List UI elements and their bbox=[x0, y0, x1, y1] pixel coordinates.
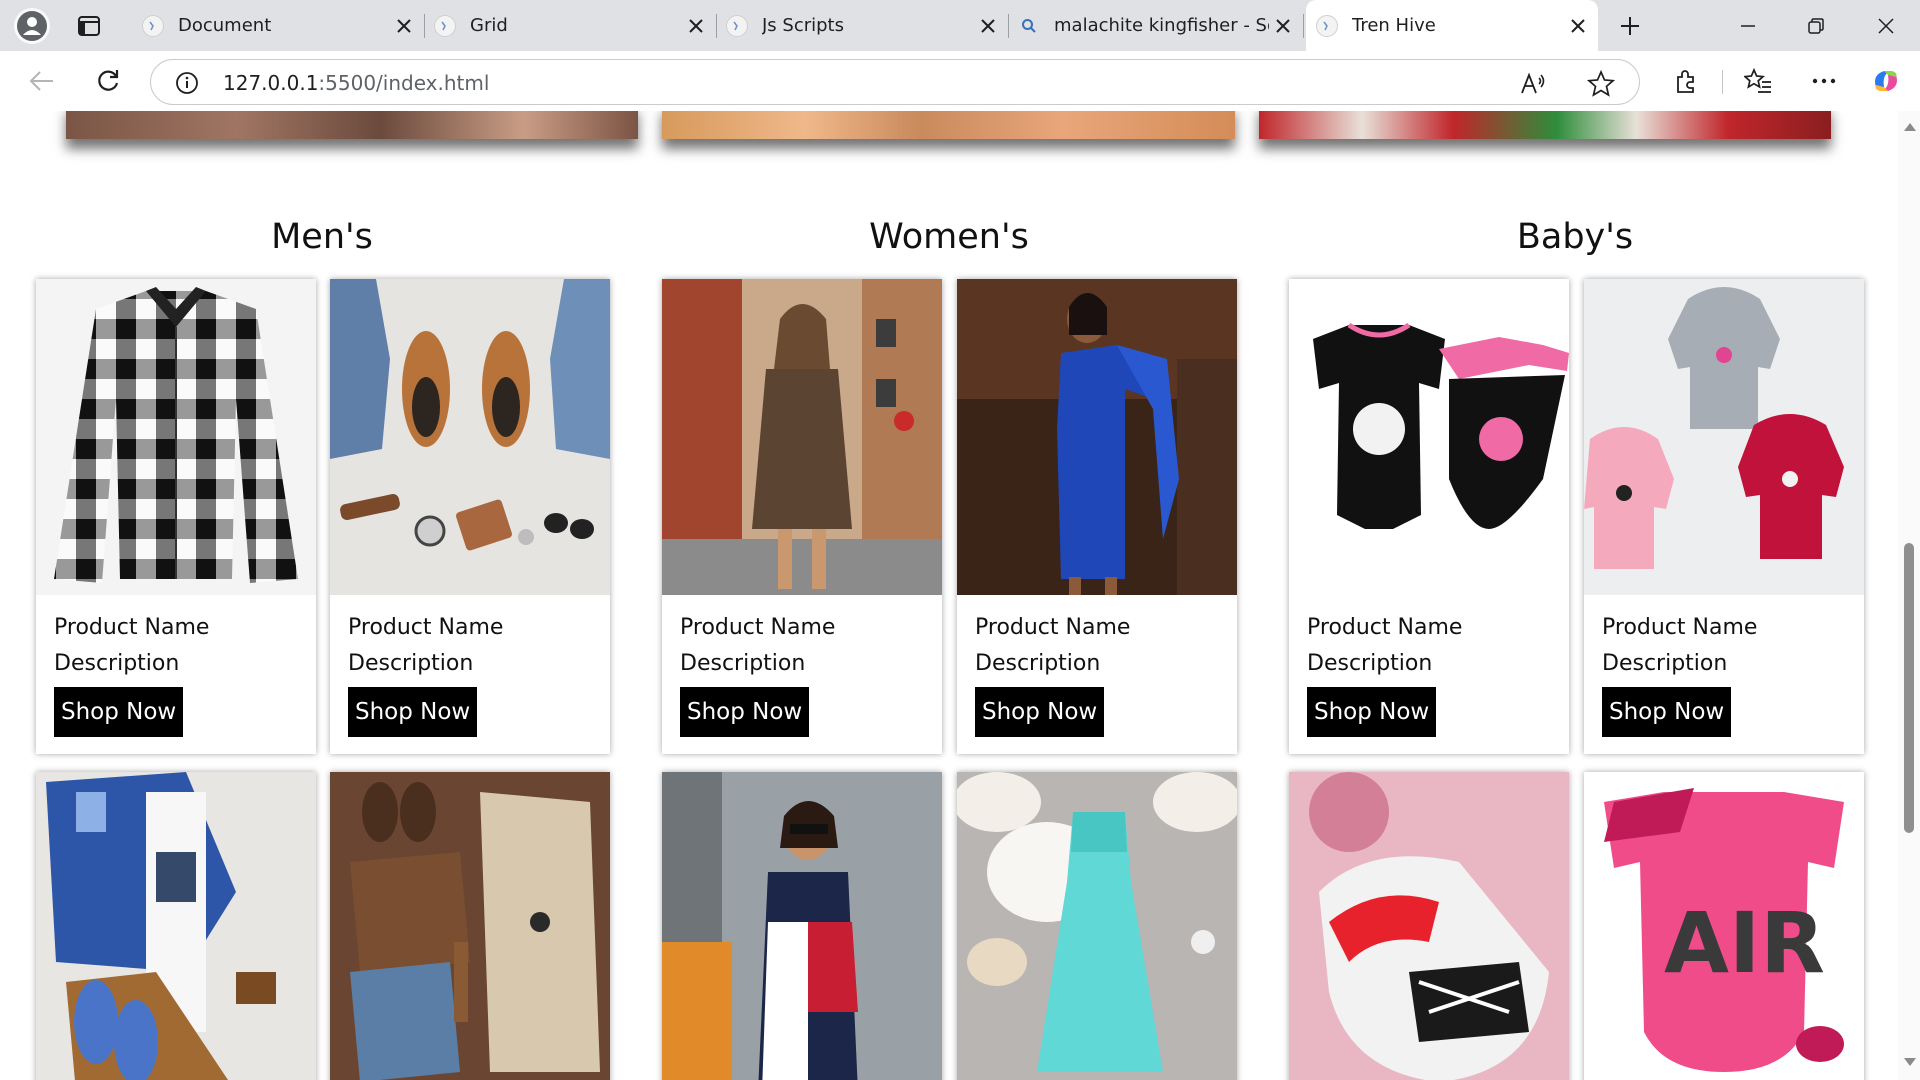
product-card[interactable] bbox=[957, 772, 1237, 1080]
product-card[interactable] bbox=[330, 772, 610, 1080]
product-description: Description bbox=[54, 651, 180, 676]
product-card[interactable]: Product Name Description Shop Now bbox=[36, 279, 316, 754]
tab-search[interactable]: malachite kingfisher - Search bbox=[1008, 0, 1304, 51]
tab-title: Grid bbox=[470, 15, 508, 36]
product-image[interactable] bbox=[1584, 279, 1864, 595]
tab-title: Document bbox=[178, 15, 272, 36]
new-tab-icon[interactable] bbox=[1614, 10, 1646, 42]
product-card[interactable]: AIR bbox=[1584, 772, 1864, 1080]
search-icon bbox=[1018, 15, 1040, 37]
read-aloud-icon[interactable] bbox=[1519, 70, 1547, 98]
product-image[interactable] bbox=[662, 279, 942, 595]
shop-now-button[interactable]: Shop Now bbox=[680, 687, 810, 737]
scroll-down-arrow-icon[interactable] bbox=[1904, 1058, 1916, 1066]
product-card[interactable] bbox=[662, 772, 942, 1080]
vertical-scrollbar[interactable] bbox=[1898, 111, 1920, 1080]
shop-now-button[interactable]: Shop Now bbox=[54, 687, 184, 737]
product-description: Description bbox=[348, 651, 474, 676]
product-image[interactable] bbox=[1289, 279, 1569, 595]
close-tab-icon[interactable] bbox=[974, 12, 1002, 40]
page-favicon-icon bbox=[434, 14, 456, 37]
shop-now-button[interactable]: Shop Now bbox=[1307, 687, 1437, 737]
refresh-icon[interactable] bbox=[90, 63, 126, 99]
close-tab-icon[interactable] bbox=[682, 12, 710, 40]
tab-title: Tren Hive bbox=[1352, 15, 1436, 36]
product-image[interactable] bbox=[662, 772, 942, 1080]
more-menu-icon[interactable] bbox=[1808, 65, 1840, 97]
tab-title: Js Scripts bbox=[762, 15, 844, 36]
page-favicon-icon bbox=[1316, 14, 1338, 37]
url-path: :5500/index.html bbox=[318, 71, 490, 95]
close-tab-icon[interactable] bbox=[1564, 12, 1592, 40]
category-title-mens: Men's bbox=[271, 217, 373, 257]
tab-js-scripts[interactable]: Js Scripts bbox=[716, 0, 1009, 51]
close-tab-icon[interactable] bbox=[390, 12, 418, 40]
tab-actions-icon[interactable] bbox=[74, 12, 104, 40]
product-name: Product Name bbox=[975, 615, 1131, 640]
toolbar-divider bbox=[1722, 70, 1723, 94]
tab-tren-hive[interactable]: Tren Hive bbox=[1306, 0, 1598, 51]
tab-strip: Document Grid Js Scripts malachite kingf… bbox=[0, 0, 1920, 51]
tab-title: malachite kingfisher - Search bbox=[1054, 15, 1269, 36]
product-description: Description bbox=[1602, 651, 1728, 676]
tab-document[interactable]: Document bbox=[132, 0, 425, 51]
close-window-icon[interactable] bbox=[1866, 8, 1906, 44]
tab-grid[interactable]: Grid bbox=[424, 0, 717, 51]
scrollbar-thumb[interactable] bbox=[1904, 543, 1914, 833]
restore-icon[interactable] bbox=[1796, 8, 1836, 44]
profile-avatar-icon[interactable] bbox=[14, 8, 50, 44]
product-name: Product Name bbox=[1602, 615, 1758, 640]
hero-image-women bbox=[662, 111, 1235, 139]
product-description: Description bbox=[680, 651, 806, 676]
hero-image-men bbox=[66, 111, 638, 139]
product-card[interactable]: Product Name Description Shop Now bbox=[1584, 279, 1864, 754]
close-tab-icon[interactable] bbox=[1269, 12, 1297, 40]
shop-now-button[interactable]: Shop Now bbox=[1602, 687, 1732, 737]
product-card[interactable]: Product Name Description Shop Now bbox=[1289, 279, 1569, 754]
minimize-icon[interactable] bbox=[1728, 8, 1768, 44]
category-title-womens: Women's bbox=[869, 217, 1029, 257]
page-viewport: Men's Women's Baby's Product Name Descri… bbox=[0, 111, 1898, 1080]
product-name: Product Name bbox=[54, 615, 210, 640]
favorites-icon[interactable] bbox=[1742, 65, 1774, 97]
scroll-up-arrow-icon[interactable] bbox=[1904, 123, 1916, 131]
product-image[interactable] bbox=[957, 772, 1237, 1080]
address-bar[interactable]: 127.0.0.1:5500/index.html bbox=[150, 59, 1640, 105]
shop-now-button[interactable]: Shop Now bbox=[975, 687, 1105, 737]
browser-toolbar: 127.0.0.1:5500/index.html bbox=[0, 51, 1920, 111]
product-image[interactable] bbox=[36, 772, 316, 1080]
hero-image-baby bbox=[1259, 111, 1831, 139]
product-card[interactable] bbox=[1289, 772, 1569, 1080]
product-image[interactable]: AIR bbox=[1584, 772, 1864, 1080]
product-card[interactable]: Product Name Description Shop Now bbox=[662, 279, 942, 754]
product-name: Product Name bbox=[348, 615, 504, 640]
page-favicon-icon bbox=[142, 14, 164, 37]
back-arrow-icon[interactable] bbox=[24, 63, 60, 99]
site-info-icon[interactable] bbox=[175, 71, 199, 95]
product-image[interactable] bbox=[330, 279, 610, 595]
product-description: Description bbox=[975, 651, 1101, 676]
product-card[interactable]: Product Name Description Shop Now bbox=[957, 279, 1237, 754]
copilot-icon[interactable] bbox=[1870, 65, 1902, 97]
product-image[interactable] bbox=[36, 279, 316, 595]
product-image[interactable] bbox=[957, 279, 1237, 595]
extensions-icon[interactable] bbox=[1670, 65, 1702, 97]
favorite-star-icon[interactable] bbox=[1586, 69, 1616, 98]
air-graphic: AIR bbox=[1664, 894, 1825, 992]
product-name: Product Name bbox=[680, 615, 836, 640]
page-favicon-icon bbox=[726, 14, 748, 37]
product-image[interactable] bbox=[330, 772, 610, 1080]
url-text[interactable]: 127.0.0.1:5500/index.html bbox=[223, 71, 489, 95]
product-image[interactable] bbox=[1289, 772, 1569, 1080]
shop-now-button[interactable]: Shop Now bbox=[348, 687, 478, 737]
product-card[interactable]: Product Name Description Shop Now bbox=[330, 279, 610, 754]
product-description: Description bbox=[1307, 651, 1433, 676]
url-host: 127.0.0.1 bbox=[223, 71, 319, 95]
product-name: Product Name bbox=[1307, 615, 1463, 640]
product-card[interactable] bbox=[36, 772, 316, 1080]
category-title-babys: Baby's bbox=[1516, 217, 1634, 257]
